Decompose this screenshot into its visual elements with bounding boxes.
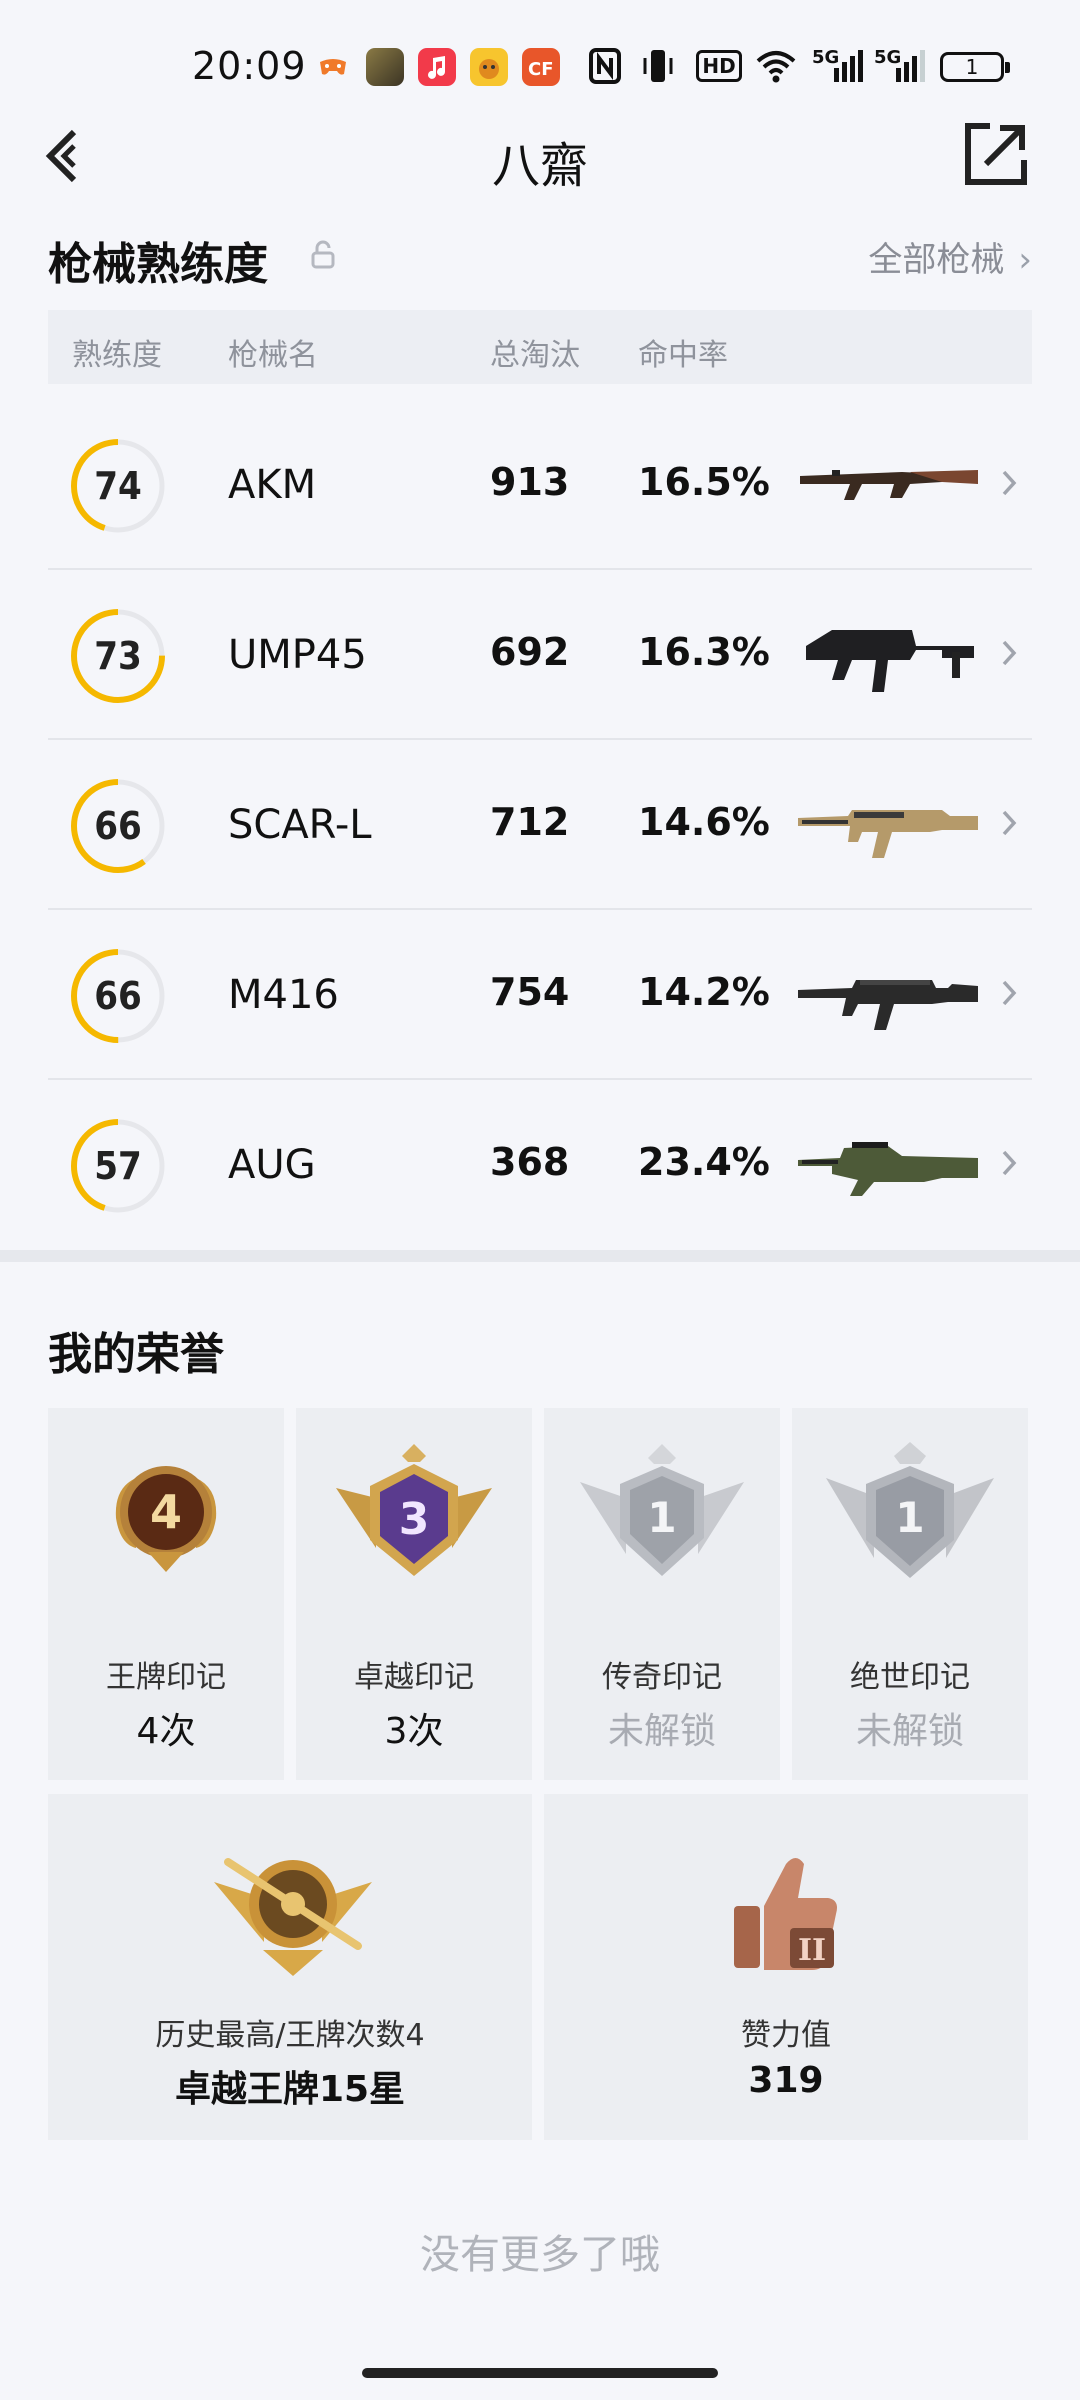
- chevron-right-icon: [1002, 980, 1017, 1006]
- akm-gun-icon: [800, 470, 978, 500]
- ace-label: 王牌印记: [106, 1660, 226, 1695]
- gun-kills: 692: [490, 630, 570, 674]
- gun-mastery-title: 枪械熟练度: [48, 239, 268, 290]
- header-gun-name: 枪械名: [228, 338, 318, 373]
- section-separator: [0, 1250, 1080, 1262]
- chevron-right-icon: ›: [1018, 240, 1032, 280]
- gun-name: AKM: [228, 462, 317, 508]
- honor-card-peerless[interactable]: 1 绝世印记 未解锁: [792, 1408, 1028, 1780]
- vibrate-icon: [640, 46, 676, 86]
- status-bar: 20:09 CF HD 5G 5G 1: [0, 0, 1080, 125]
- svg-text:CF: CF: [528, 59, 554, 80]
- highest-rank-card[interactable]: 历史最高/王牌次数4 卓越王牌15星: [48, 1794, 532, 2140]
- lock-icon[interactable]: [308, 240, 338, 270]
- gun-row[interactable]: 66 M416 754 14.2%: [48, 910, 1032, 1080]
- music-app-icon: [418, 48, 456, 86]
- crossfire-app-icon: CF: [522, 48, 560, 86]
- ump45-gun-icon: [806, 630, 974, 692]
- honor-card-legend[interactable]: 1 传奇印记 未解锁: [544, 1408, 780, 1780]
- mastery-value: 73: [94, 634, 142, 678]
- gun-table-header: 熟练度 枪械名 总淘汰 命中率: [48, 310, 1032, 384]
- header-accuracy: 命中率: [638, 338, 728, 373]
- kids-app-icon: [470, 48, 508, 86]
- ace-badge-icon: 4: [115, 1466, 217, 1572]
- all-guns-label: 全部枪械: [868, 240, 1005, 280]
- peerless-value: 未解锁: [855, 1711, 964, 1752]
- all-guns-link[interactable]: 全部枪械 ›: [868, 232, 1032, 281]
- chevron-right-icon: [1002, 640, 1017, 666]
- battery-icon: 1: [940, 52, 1010, 82]
- scarl-gun-icon: [798, 810, 978, 858]
- thumbs-up-icon: II: [734, 1858, 837, 1970]
- header-kills: 总淘汰: [490, 338, 580, 373]
- home-indicator[interactable]: [362, 2368, 718, 2378]
- likes-card[interactable]: II 赞力值 319: [544, 1794, 1028, 2140]
- game-controller-icon: [314, 48, 352, 86]
- likes-label: 赞力值: [741, 2018, 831, 2053]
- gun-kills: 754: [490, 970, 570, 1014]
- highest-rank-value: 卓越王牌15星: [174, 2069, 406, 2110]
- wifi-icon: [754, 46, 798, 86]
- honor-card-ace[interactable]: 4 王牌印记 4次: [48, 1408, 284, 1780]
- hd-icon: HD: [696, 46, 742, 86]
- page-title: 八齋: [491, 138, 588, 194]
- pubg-app-icon: [366, 48, 404, 86]
- svg-text:II: II: [798, 1933, 826, 1968]
- no-more-text: 没有更多了哦: [420, 2232, 660, 2278]
- chevron-right-icon: [1002, 810, 1017, 836]
- gun-row[interactable]: 66 SCAR-L 712 14.6%: [48, 740, 1032, 910]
- mastery-value: 66: [94, 804, 142, 848]
- excellence-badge-number: 3: [399, 1494, 430, 1545]
- mastery-value: 66: [94, 974, 142, 1018]
- gun-name: UMP45: [228, 632, 367, 678]
- gun-accuracy: 16.5%: [638, 460, 770, 504]
- mastery-value: 74: [94, 464, 142, 508]
- legend-badge-icon: 1: [580, 1444, 744, 1576]
- share-button[interactable]: [962, 120, 1030, 188]
- ace-value: 4次: [136, 1711, 196, 1752]
- m416-gun-icon: [798, 980, 978, 1030]
- gun-kills: 368: [490, 1140, 570, 1184]
- likes-value: 319: [748, 2060, 824, 2101]
- gun-name: SCAR-L: [228, 802, 372, 848]
- legend-badge-number: 1: [647, 1493, 676, 1542]
- ace-badge-number: 4: [150, 1485, 182, 1539]
- chevron-right-icon: [1002, 1150, 1017, 1176]
- gun-accuracy: 14.2%: [638, 970, 770, 1014]
- peerless-badge-icon: 1: [826, 1442, 994, 1578]
- gun-name: M416: [228, 972, 339, 1018]
- excellence-badge-icon: 3: [336, 1444, 492, 1576]
- gun-kills: 712: [490, 800, 570, 844]
- legend-value: 未解锁: [607, 1711, 716, 1752]
- signal-5g-icon: 5G: [812, 46, 864, 86]
- gun-row[interactable]: 73 UMP45 692 16.3%: [48, 570, 1032, 740]
- gun-accuracy: 23.4%: [638, 1140, 770, 1184]
- signal-5g-icon: 5G: [874, 46, 926, 86]
- mastery-value: 57: [94, 1144, 142, 1188]
- gun-name: AUG: [228, 1142, 316, 1188]
- status-time: 20:09: [192, 44, 307, 88]
- gun-accuracy: 14.6%: [638, 800, 770, 844]
- gun-row[interactable]: 74 AKM 913 16.5%: [48, 400, 1032, 570]
- aug-gun-icon: [798, 1142, 978, 1196]
- honor-card-excellence[interactable]: 3 卓越印记 3次: [296, 1408, 532, 1780]
- excellence-value: 3次: [384, 1711, 444, 1752]
- hd-label: HD: [696, 50, 742, 82]
- peerless-label: 绝世印记: [850, 1660, 970, 1695]
- nfc-icon: [588, 46, 622, 86]
- gun-row[interactable]: 57 AUG 368 23.4%: [48, 1080, 1032, 1250]
- peerless-badge-number: 1: [895, 1493, 924, 1542]
- chevron-right-icon: [1002, 470, 1017, 496]
- header-mastery: 熟练度: [72, 338, 162, 373]
- excellence-label: 卓越印记: [354, 1660, 474, 1695]
- legend-label: 传奇印记: [602, 1660, 722, 1695]
- share-icon: [965, 123, 1027, 185]
- highest-rank-label: 历史最高/王牌次数4: [155, 2018, 425, 2053]
- honors-title: 我的荣誉: [48, 1329, 224, 1380]
- rank-badge-icon: [214, 1858, 372, 1976]
- gun-kills: 913: [490, 460, 570, 504]
- gun-accuracy: 16.3%: [638, 630, 770, 674]
